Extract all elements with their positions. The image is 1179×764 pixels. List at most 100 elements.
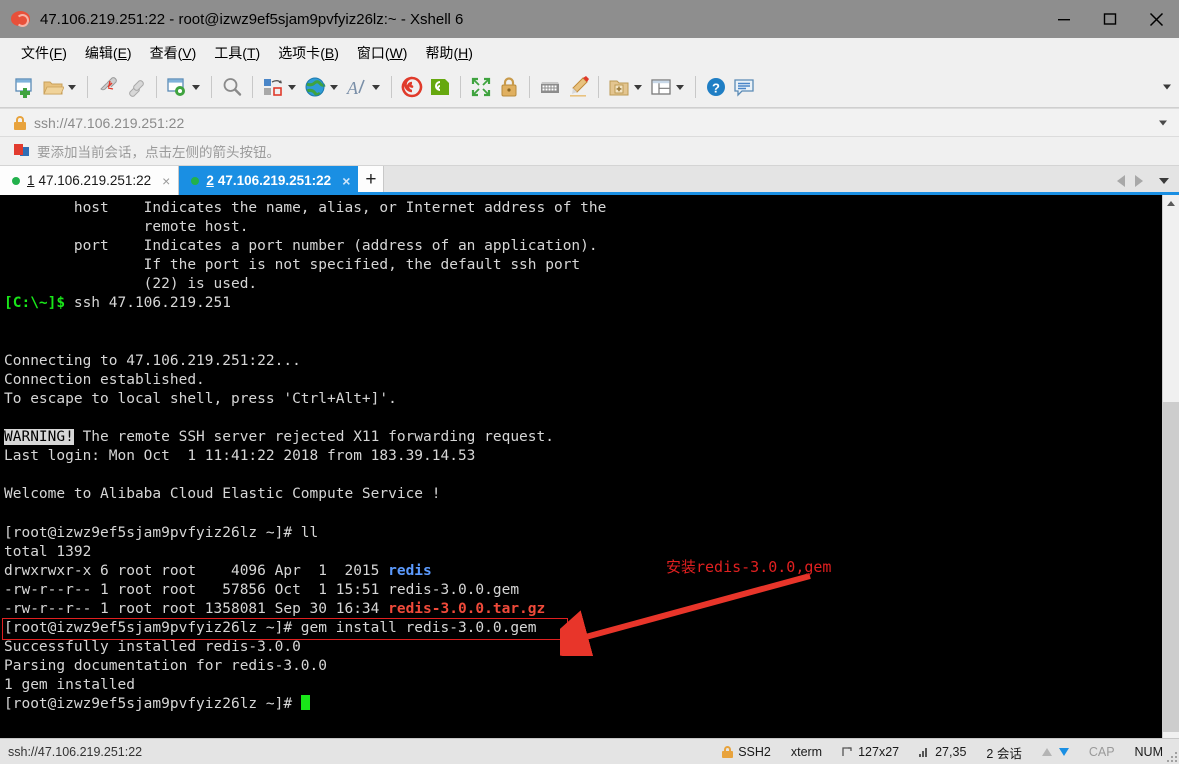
resize-grip-icon[interactable] <box>1167 752 1177 762</box>
terminal-line: Connection established. <box>4 371 1162 390</box>
hint-text: 要添加当前会话，点击左侧的箭头按钮。 <box>37 145 280 160</box>
add-folder-button[interactable] <box>605 72 647 102</box>
keyboard-button[interactable] <box>536 72 564 102</box>
feedback-icon <box>734 79 754 97</box>
terminal-text: remote host. <box>4 219 249 236</box>
terminal-text: port Indicates a port number (address of… <box>4 238 598 255</box>
menu-help-label: 帮助 <box>425 44 454 61</box>
terminal-line: 1 gem installed <box>4 676 1162 695</box>
chevron-down-icon[interactable] <box>372 84 380 90</box>
terminal-output[interactable]: host Indicates the name, alias, or Inter… <box>0 195 1162 738</box>
terminal-line: WARNING! The remote SSH server rejected … <box>4 428 1162 447</box>
vertical-scrollbar[interactable] <box>1162 195 1179 738</box>
terminal-line: -rw-r--r-- 1 root root 57856 Oct 1 15:51… <box>4 581 1162 600</box>
menu-file[interactable]: 文件(F) <box>12 40 76 66</box>
menu-help[interactable]: 帮助(H) <box>416 40 481 66</box>
scroll-up-button[interactable] <box>1162 195 1179 212</box>
status-bar: ssh://47.106.219.251:22 SSH2 xterm 127x2… <box>0 738 1179 764</box>
help-button[interactable]: ? <box>702 72 730 102</box>
tab-2-close-icon[interactable]: × <box>342 174 350 188</box>
address-bar[interactable]: ssh://47.106.219.251:22 <box>0 108 1179 137</box>
tab-1-number: 1 <box>27 173 35 188</box>
layout-button[interactable] <box>647 72 689 102</box>
toolbar-separator <box>391 76 392 98</box>
xshell-logo-button[interactable] <box>398 72 426 102</box>
session-properties-button[interactable] <box>163 72 205 102</box>
terminal-line: (22) is used. <box>4 275 1162 294</box>
open-session-button[interactable] <box>39 72 81 102</box>
disconnect-button[interactable] <box>94 72 122 102</box>
toolbar-overflow-icon[interactable] <box>1163 84 1171 90</box>
chevron-down-icon[interactable] <box>68 84 76 90</box>
toolbar-separator <box>529 76 530 98</box>
add-tab-button[interactable]: + <box>358 166 385 192</box>
terminal-text: The remote SSH server rejected X11 forwa… <box>73 429 554 446</box>
menu-view-label: 查看 <box>149 44 178 61</box>
maximize-button[interactable] <box>1087 0 1133 38</box>
lock-session-button[interactable] <box>495 72 523 102</box>
new-session-button[interactable] <box>11 72 39 102</box>
menu-edit[interactable]: 编辑(E) <box>76 40 141 66</box>
tab-1[interactable]: 1 47.106.219.251:22 × <box>0 166 180 195</box>
tab-2-number: 2 <box>206 173 214 188</box>
reconnect-button[interactable] <box>122 72 150 102</box>
link-icon <box>129 80 144 97</box>
status-protocol-label: SSH2 <box>738 745 771 759</box>
feedback-button[interactable] <box>730 72 758 102</box>
tab-next-icon[interactable] <box>1135 174 1143 187</box>
transfer-file-button[interactable] <box>259 72 301 102</box>
chevron-down-icon[interactable] <box>192 84 200 90</box>
close-button[interactable] <box>1133 0 1179 38</box>
status-transfer-indicator <box>1032 748 1079 756</box>
tab-list-dropdown-icon[interactable] <box>1159 177 1169 184</box>
menu-tools[interactable]: 工具(T) <box>205 40 269 66</box>
font-button[interactable]: A <box>343 72 385 102</box>
toolbar-separator <box>598 76 599 98</box>
tab-bar: 1 47.106.219.251:22 × 2 47.106.219.251:2… <box>0 166 1179 195</box>
terminal-text: Last login: Mon Oct 1 11:41:22 2018 from… <box>4 448 476 465</box>
open-folder-icon <box>43 81 64 95</box>
lock-icon <box>501 77 517 97</box>
status-right-group: SSH2 xterm 127x27 27,35 2 会话 CAP NUM <box>712 739 1173 764</box>
download-arrow-icon <box>1058 748 1069 756</box>
chevron-down-icon[interactable] <box>1159 120 1167 125</box>
title-bar: 47.106.219.251:22 - root@izwz9ef5sjam9pv… <box>0 0 1179 38</box>
menu-view[interactable]: 查看(V) <box>141 40 206 66</box>
session-properties-icon <box>167 78 185 96</box>
fullscreen-button[interactable] <box>467 72 495 102</box>
tab-prev-icon[interactable] <box>1117 174 1125 187</box>
toolbar-separator <box>252 76 253 98</box>
tab-1-close-icon[interactable]: × <box>162 174 170 188</box>
xftp-button[interactable] <box>426 72 454 102</box>
chevron-down-icon[interactable] <box>634 84 642 90</box>
minimize-button[interactable] <box>1041 0 1087 38</box>
scrollbar-thumb[interactable] <box>1162 402 1179 732</box>
address-input[interactable]: ssh://47.106.219.251:22 <box>34 115 184 131</box>
chevron-down-icon[interactable] <box>676 84 684 90</box>
terminal-line: port Indicates a port number (address of… <box>4 237 1162 256</box>
terminal-text: 1 gem installed <box>4 677 135 694</box>
window-controls <box>1041 0 1179 38</box>
flag-icon <box>14 143 30 159</box>
chevron-up-icon <box>1167 201 1175 206</box>
terminal-line: remote host. <box>4 218 1162 237</box>
chevron-down-icon[interactable] <box>330 84 338 90</box>
scrollbar-track[interactable] <box>1162 212 1179 732</box>
menu-file-label: 文件 <box>21 44 49 61</box>
search-icon <box>223 78 242 96</box>
menu-tabs[interactable]: 选项卡(B) <box>269 40 348 66</box>
terminal-text: -rw-r--r-- 1 root root 1358081 Sep 30 16… <box>4 600 389 617</box>
tab-1-label: 47.106.219.251:22 <box>38 173 152 188</box>
find-button[interactable] <box>218 72 246 102</box>
highlight-pen-icon <box>570 76 589 97</box>
globe-button[interactable] <box>301 72 343 102</box>
globe-icon <box>305 77 326 97</box>
chevron-down-icon[interactable] <box>288 84 296 90</box>
tab-2[interactable]: 2 47.106.219.251:22 × <box>179 166 359 195</box>
toolbar-separator <box>695 76 696 98</box>
disconnect-icon <box>100 77 117 91</box>
menu-window[interactable]: 窗口(W) <box>348 40 417 66</box>
menu-edit-label: 编辑 <box>84 44 113 61</box>
highlight-pen-button[interactable] <box>564 72 592 102</box>
status-num: NUM <box>1134 745 1163 759</box>
